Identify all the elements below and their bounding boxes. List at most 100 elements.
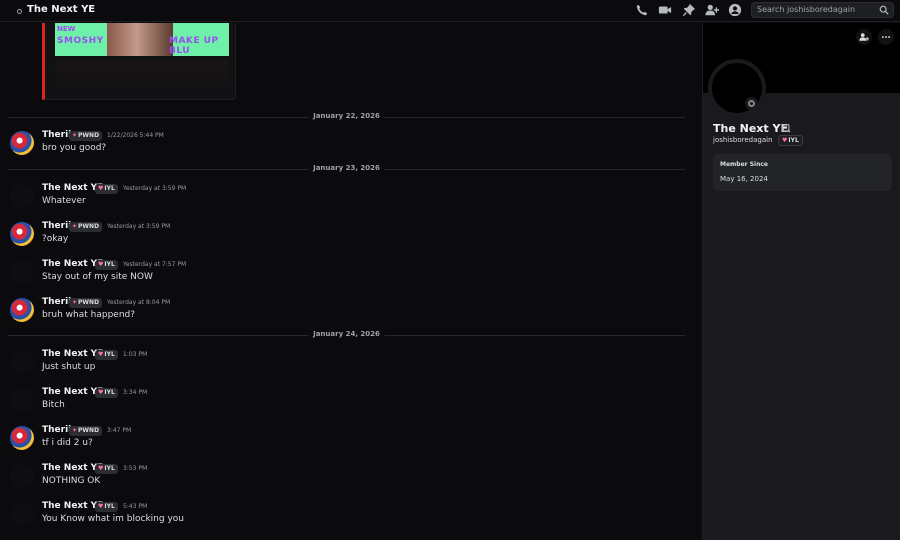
avatar[interactable]	[10, 350, 34, 374]
pin-icon: ✦	[72, 299, 78, 306]
message-timestamp: Yesterday at 3:59 PM	[123, 185, 187, 192]
avatar[interactable]	[10, 260, 34, 284]
avatar[interactable]	[10, 298, 34, 322]
server-tag[interactable]: ✦PWND	[69, 298, 103, 308]
date-divider: January 24, 2026	[8, 330, 685, 338]
message[interactable]: Therii ✦PWND 3:47 PM tf i did 2 u?	[0, 424, 690, 460]
server-tag-label: IYL	[104, 351, 115, 358]
message-text: ?okay	[42, 234, 69, 244]
date-divider-label: January 24, 2026	[308, 330, 385, 338]
server-tag[interactable]: ♥IYL	[95, 260, 118, 270]
user-profile-icon[interactable]	[728, 3, 742, 17]
server-tag[interactable]: ✦PWND	[69, 426, 103, 436]
message-text: Whatever	[42, 196, 86, 206]
message[interactable]: Therii ✦PWND Yesterday at 3:59 PM ?okay	[0, 220, 690, 256]
message[interactable]: The Next YE ♥IYL 5:43 PM You Know what i…	[0, 500, 690, 536]
heart-icon: ♥	[98, 389, 104, 396]
message[interactable]: The Next YE ♥IYL 3:53 PM NOTHING OK	[0, 462, 690, 498]
server-tag-label: IYL	[104, 503, 115, 510]
server-tag[interactable]: ✦PWND	[69, 222, 103, 232]
server-tag[interactable]: ♥IYL	[95, 184, 118, 194]
avatar[interactable]	[10, 388, 34, 412]
search-icon	[879, 5, 889, 15]
date-divider: January 22, 2026	[8, 112, 685, 120]
member-since-card: Member Since May 16, 2024	[713, 154, 892, 191]
embed-thumbnail-photo	[107, 23, 173, 56]
heart-icon: ♥	[98, 261, 104, 268]
add-friend-icon[interactable]	[856, 29, 872, 45]
conversation-title: The Next YE	[27, 4, 96, 15]
profile-display-name: The Next YE	[713, 122, 788, 135]
add-friends-icon[interactable]	[705, 3, 719, 17]
search-input[interactable]: Search joshisboredagain	[751, 2, 894, 18]
link-embed[interactable]: NEW SMOSHY MAKE UP BLU	[42, 23, 236, 100]
message-text: You Know what im blocking you	[42, 514, 185, 524]
server-tag[interactable]: ♥IYL	[95, 464, 118, 474]
avatar[interactable]	[10, 222, 34, 246]
server-tag-label: IYL	[104, 465, 115, 472]
message-timestamp: 3:34 PM	[123, 389, 148, 396]
profile-username: joshisboredagain	[713, 136, 773, 144]
server-tag[interactable]: ♥IYL	[95, 388, 118, 398]
message-timestamp: 1/22/2026 5:44 PM	[107, 132, 164, 139]
more-options-icon[interactable]	[878, 29, 894, 45]
top-bar: The Next YE Search joshisboredagain	[0, 0, 900, 22]
date-divider: January 23, 2026	[8, 164, 685, 172]
message-text: Bitch	[42, 400, 65, 410]
offline-status-icon	[745, 97, 758, 110]
message-author[interactable]: Therii	[42, 130, 71, 140]
pin-icon: ✦	[72, 223, 78, 230]
message-author[interactable]: Therii	[42, 221, 71, 231]
server-tag-label: IYL	[104, 261, 115, 268]
server-tag[interactable]: ♥IYL	[95, 502, 118, 512]
search-placeholder: Search joshisboredagain	[757, 5, 856, 14]
message-author[interactable]: Therii	[42, 297, 71, 307]
server-tag[interactable]: ♥IYL	[778, 135, 803, 146]
message-text: bruh what happend?	[42, 310, 136, 320]
video-call-icon[interactable]	[658, 3, 672, 17]
avatar[interactable]	[10, 502, 34, 526]
message-text: tf i did 2 u?	[42, 438, 93, 448]
embed-thumbnail-text: MAKE UP BLU	[169, 36, 219, 56]
message-list[interactable]: NEW SMOSHY MAKE UP BLU January 22, 2026 …	[0, 23, 702, 540]
embed-preview-area	[55, 61, 229, 89]
nameplate-icon[interactable]	[781, 123, 791, 133]
message-timestamp: Yesterday at 8:04 PM	[107, 299, 171, 306]
pin-icon[interactable]	[682, 3, 696, 17]
heart-icon: ♥	[98, 503, 104, 510]
pin-icon: ✦	[72, 132, 78, 139]
heart-icon: ♥	[98, 351, 104, 358]
server-tag-label: PWND	[78, 132, 100, 139]
offline-status-icon	[17, 9, 22, 14]
embed-thumbnail-text: SMOSHY	[57, 36, 104, 46]
embed-thumbnail[interactable]: NEW SMOSHY MAKE UP BLU	[55, 23, 229, 56]
message-author[interactable]: Therii	[42, 425, 71, 435]
message[interactable]: The Next YE ♥IYL Yesterday at 3:59 PM Wh…	[0, 182, 690, 218]
avatar[interactable]	[10, 131, 34, 155]
message-text: Just shut up	[42, 362, 96, 372]
date-divider-label: January 22, 2026	[308, 112, 385, 120]
profile-avatar[interactable]	[708, 59, 766, 117]
pin-icon: ✦	[72, 427, 78, 434]
heart-icon: ♥	[98, 185, 104, 192]
message[interactable]: Therii ✦PWND 1/22/2026 5:44 PM bro you g…	[0, 129, 690, 165]
message[interactable]: The Next YE ♥IYL 1:03 PM Just shut up	[0, 348, 690, 384]
avatar[interactable]	[10, 426, 34, 450]
message-timestamp: 3:53 PM	[123, 465, 148, 472]
member-since-label: Member Since	[720, 161, 768, 168]
date-divider-label: January 23, 2026	[308, 164, 385, 172]
avatar[interactable]	[10, 184, 34, 208]
message-timestamp: Yesterday at 7:57 PM	[123, 261, 187, 268]
voice-call-icon[interactable]	[635, 3, 649, 17]
message-text: Stay out of my site NOW	[42, 272, 153, 282]
message[interactable]: The Next YE ♥IYL Yesterday at 7:57 PM St…	[0, 258, 690, 294]
message[interactable]: The Next YE ♥IYL 3:34 PM Bitch	[0, 386, 690, 422]
server-tag[interactable]: ♥IYL	[95, 350, 118, 360]
avatar[interactable]	[10, 464, 34, 488]
server-tag-label: IYL	[788, 137, 799, 144]
message[interactable]: Therii ✦PWND Yesterday at 8:04 PM bruh w…	[0, 296, 690, 332]
server-tag-label: IYL	[104, 185, 115, 192]
server-tag[interactable]: ✦PWND	[69, 131, 103, 141]
user-profile-panel: The Next YE joshisboredagain ♥IYL Member…	[702, 23, 900, 540]
server-tag-label: IYL	[104, 389, 115, 396]
